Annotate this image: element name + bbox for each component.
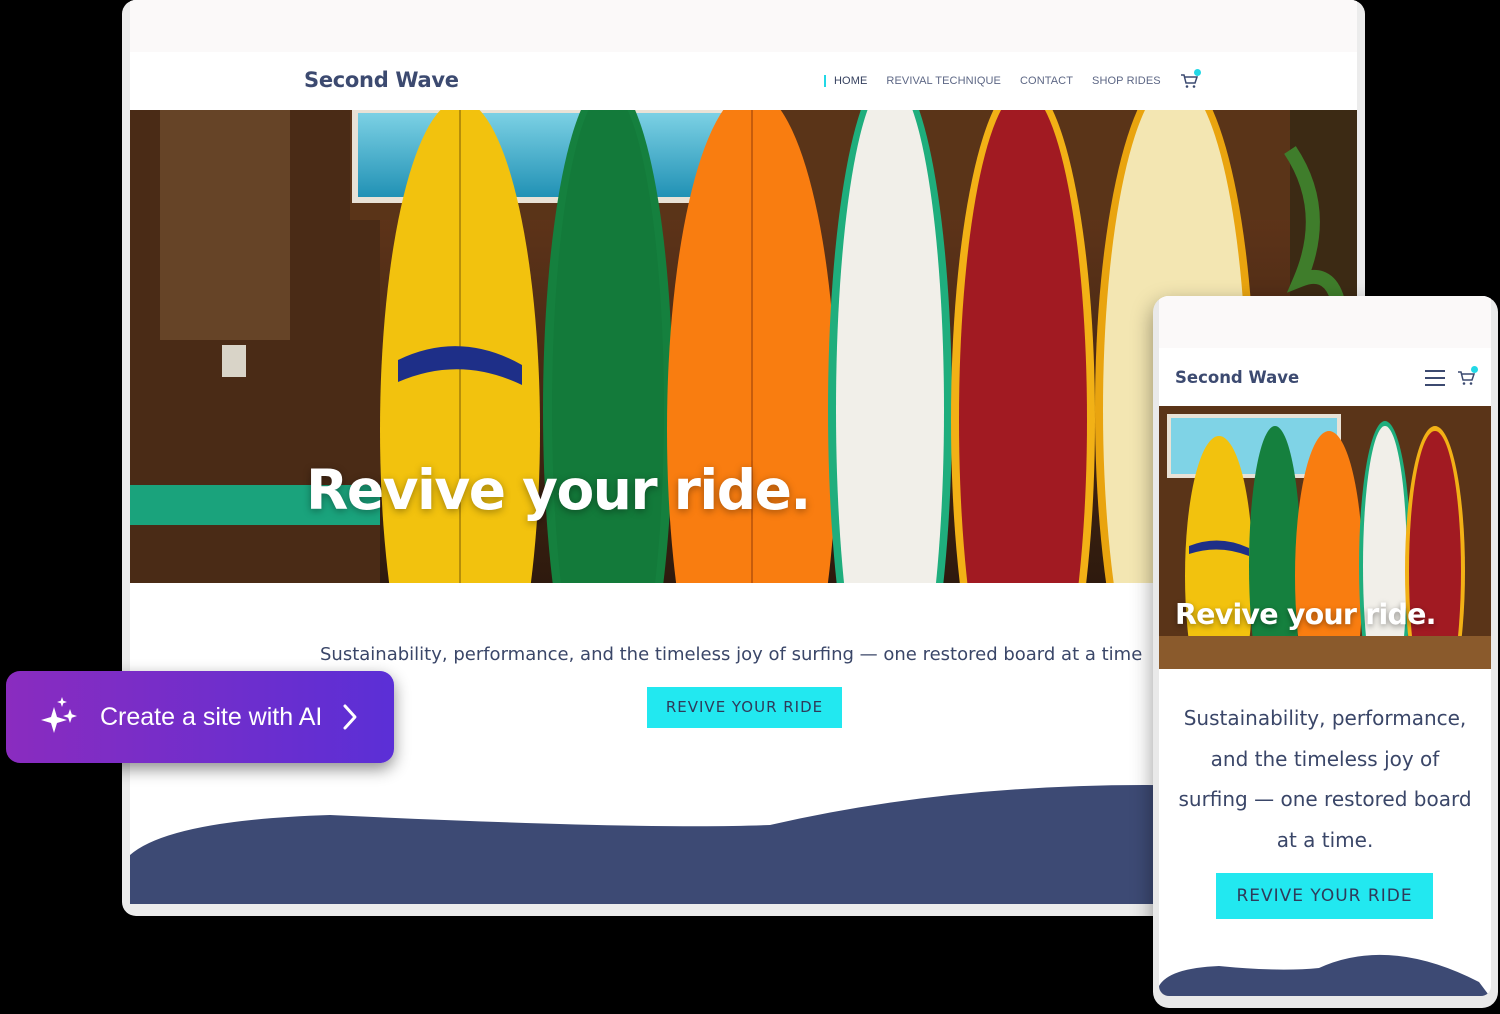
mobile-preview: Second Wave Revive your ride. Sustainabi…	[1153, 296, 1498, 1008]
nav-item-contact[interactable]: CONTACT	[1020, 75, 1073, 87]
hamburger-icon[interactable]	[1425, 370, 1445, 386]
nav-item-revival-technique[interactable]: REVIVAL TECHNIQUE	[886, 75, 1001, 87]
sparkles-icon	[41, 697, 77, 733]
cart-badge	[1471, 366, 1478, 373]
hero-title: Revive your ride.	[306, 458, 811, 522]
cart-icon[interactable]	[1180, 69, 1201, 89]
mobile-top-bar	[1159, 296, 1491, 348]
cart-badge	[1193, 69, 1201, 76]
create-site-with-ai-button[interactable]: Create a site with AI	[6, 671, 394, 763]
nav-item-home[interactable]: HOME	[824, 75, 867, 87]
nav-item-shop-rides[interactable]: SHOP RIDES	[1092, 75, 1161, 87]
desktop-header: Second Wave HOME REVIVAL TECHNIQUE CONTA…	[130, 52, 1357, 110]
mobile-wave-divider	[1159, 954, 1490, 996]
hero-tagline: Sustainability, performance, and the tim…	[320, 644, 1143, 665]
ai-button-label: Create a site with AI	[100, 702, 323, 731]
chevron-right-icon	[343, 704, 357, 730]
revive-your-ride-button[interactable]: REVIVE YOUR RIDE	[647, 687, 842, 728]
mobile-page: Second Wave Revive your ride. Sustainabi…	[1159, 296, 1491, 996]
desktop-top-bar	[130, 0, 1357, 52]
site-logo[interactable]: Second Wave	[304, 68, 459, 92]
cart-icon[interactable]	[1457, 366, 1478, 386]
mobile-hero-title: Revive your ride.	[1175, 598, 1436, 631]
main-nav: HOME REVIVAL TECHNIQUE CONTACT SHOP RIDE…	[824, 69, 1201, 92]
mobile-hero-tagline: Sustainability, performance, and the tim…	[1178, 706, 1472, 852]
mobile-revive-your-ride-button[interactable]: REVIVE YOUR RIDE	[1216, 873, 1433, 919]
mobile-site-logo[interactable]: Second Wave	[1175, 368, 1299, 387]
mobile-hero-banner: Revive your ride.	[1159, 406, 1491, 669]
